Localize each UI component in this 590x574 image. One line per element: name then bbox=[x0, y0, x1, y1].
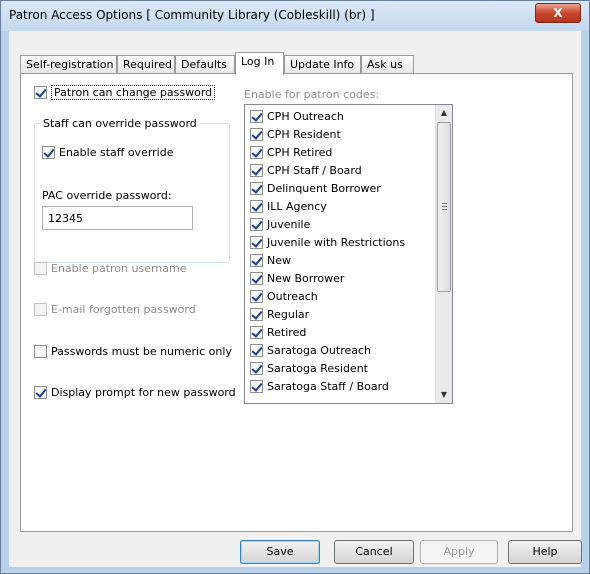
tab-strip: Self-registration Required Defaults Log … bbox=[20, 52, 440, 75]
tab-required[interactable]: Required bbox=[117, 55, 175, 74]
patron-codes-label: Enable for patron codes: bbox=[244, 88, 380, 101]
list-item[interactable]: New bbox=[250, 252, 291, 268]
list-item-label: Juvenile bbox=[267, 217, 311, 231]
list-item-label: CPH Staff / Board bbox=[267, 163, 362, 177]
list-item[interactable]: New Borrower bbox=[250, 270, 344, 286]
checkbox-checked-icon bbox=[250, 289, 263, 303]
list-item[interactable]: Juvenile bbox=[250, 216, 310, 232]
checkbox-checked-icon bbox=[250, 181, 263, 195]
checkbox-checked-icon bbox=[250, 307, 263, 321]
list-item-label: Saratoga Staff / Board bbox=[267, 379, 389, 393]
checkbox-unchecked-icon bbox=[34, 303, 47, 316]
grip-icon bbox=[442, 203, 447, 210]
title-bar[interactable]: Patron Access Options [ Community Librar… bbox=[1, 1, 589, 31]
checkbox-checked-icon bbox=[250, 361, 263, 375]
scroll-down-arrow-icon[interactable]: ▼ bbox=[436, 387, 452, 403]
tab-self-registration[interactable]: Self-registration bbox=[20, 55, 117, 74]
list-item-label: New bbox=[267, 253, 291, 267]
checkbox-checked-icon bbox=[250, 199, 263, 213]
list-item[interactable]: CPH Staff / Board bbox=[250, 162, 362, 178]
tab-ask-us[interactable]: Ask us bbox=[361, 55, 414, 74]
list-item[interactable]: Juvenile with Restrictions bbox=[250, 234, 405, 250]
list-item-label: CPH Resident bbox=[267, 127, 341, 141]
patron-codes-listbox[interactable]: CPH Outreach CPH Resident CPH Retired CP… bbox=[244, 104, 453, 404]
checkbox-label: E-mail forgotten password bbox=[51, 303, 196, 316]
list-item-label: Outreach bbox=[267, 289, 318, 303]
list-item-label: ILL Agency bbox=[267, 199, 327, 213]
email-forgotten-password-checkbox[interactable]: E-mail forgotten password bbox=[34, 303, 196, 316]
passwords-numeric-only-checkbox[interactable]: Passwords must be numeric only bbox=[34, 345, 232, 358]
checkbox-label: Passwords must be numeric only bbox=[51, 345, 232, 358]
list-item-label: New Borrower bbox=[267, 271, 345, 285]
checkbox-checked-icon bbox=[34, 86, 47, 99]
list-item-label: CPH Outreach bbox=[267, 109, 344, 123]
checkbox-checked-icon bbox=[250, 235, 263, 249]
list-item[interactable]: ILL Agency bbox=[250, 198, 327, 214]
checkbox-checked-icon bbox=[250, 127, 263, 141]
checkbox-label: Enable patron username bbox=[51, 262, 187, 275]
checkbox-checked-icon bbox=[250, 343, 263, 357]
list-item[interactable]: Saratoga Outreach bbox=[250, 342, 371, 358]
checkbox-checked-icon bbox=[42, 146, 55, 159]
list-item-label: Juvenile with Restrictions bbox=[267, 235, 406, 249]
tab-log-in[interactable]: Log In bbox=[235, 52, 284, 75]
close-button[interactable]: X bbox=[535, 3, 581, 23]
list-item[interactable]: Delinquent Borrower bbox=[250, 180, 381, 196]
list-item[interactable]: Regular bbox=[250, 306, 309, 322]
list-item-label: Regular bbox=[267, 307, 310, 321]
scrollbar-thumb[interactable] bbox=[437, 122, 451, 292]
patron-codes-scrollbar[interactable]: ▲ ▼ bbox=[435, 105, 452, 403]
list-item-label: CPH Retired bbox=[267, 145, 333, 159]
list-item[interactable]: CPH Retired bbox=[250, 144, 332, 160]
checkbox-checked-icon bbox=[250, 325, 263, 339]
save-button[interactable]: Save bbox=[240, 540, 320, 564]
enable-patron-username-checkbox[interactable]: Enable patron username bbox=[34, 262, 186, 275]
list-item[interactable]: CPH Resident bbox=[250, 126, 341, 142]
help-button[interactable]: Help bbox=[508, 540, 582, 564]
checkbox-label: Patron can change password bbox=[51, 85, 216, 100]
list-item[interactable]: CPH Outreach bbox=[250, 108, 344, 124]
checkbox-checked-icon bbox=[250, 145, 263, 159]
list-item[interactable]: Saratoga Resident bbox=[250, 360, 368, 376]
enable-staff-override-checkbox[interactable]: Enable staff override bbox=[42, 146, 174, 159]
list-item-label: Saratoga Resident bbox=[267, 361, 368, 375]
pac-override-password-input[interactable]: 12345 bbox=[42, 206, 193, 230]
checkbox-checked-icon bbox=[250, 109, 263, 123]
checkbox-checked-icon bbox=[250, 379, 263, 393]
window-title: Patron Access Options [ Community Librar… bbox=[9, 8, 375, 22]
list-item[interactable]: Outreach bbox=[250, 288, 318, 304]
checkbox-checked-icon bbox=[250, 271, 263, 285]
list-item-label: Retired bbox=[267, 325, 307, 339]
list-item-label: Saratoga Outreach bbox=[267, 343, 372, 357]
tab-defaults[interactable]: Defaults bbox=[175, 55, 235, 74]
checkbox-label: Enable staff override bbox=[59, 146, 174, 159]
checkbox-label: Display prompt for new password bbox=[51, 386, 236, 399]
checkbox-unchecked-icon bbox=[34, 262, 47, 275]
pac-override-label: PAC override password: bbox=[42, 189, 172, 202]
apply-button[interactable]: Apply bbox=[420, 540, 498, 564]
display-prompt-new-password-checkbox[interactable]: Display prompt for new password bbox=[34, 386, 236, 399]
close-icon: X bbox=[553, 6, 563, 20]
list-item-label: Delinquent Borrower bbox=[267, 181, 381, 195]
checkbox-checked-icon bbox=[34, 386, 47, 399]
list-item[interactable]: Saratoga Staff / Board bbox=[250, 378, 389, 394]
groupbox-title: Staff can override password bbox=[40, 117, 200, 130]
checkbox-checked-icon bbox=[250, 253, 263, 267]
scroll-up-arrow-icon[interactable]: ▲ bbox=[436, 105, 452, 121]
checkbox-checked-icon bbox=[250, 217, 263, 231]
checkbox-unchecked-icon bbox=[34, 345, 47, 358]
checkbox-checked-icon bbox=[250, 163, 263, 177]
tab-update-info[interactable]: Update Info bbox=[284, 55, 361, 74]
patron-change-password-checkbox[interactable]: Patron can change password bbox=[34, 85, 216, 100]
cancel-button[interactable]: Cancel bbox=[334, 540, 414, 564]
list-item[interactable]: Retired bbox=[250, 324, 306, 340]
